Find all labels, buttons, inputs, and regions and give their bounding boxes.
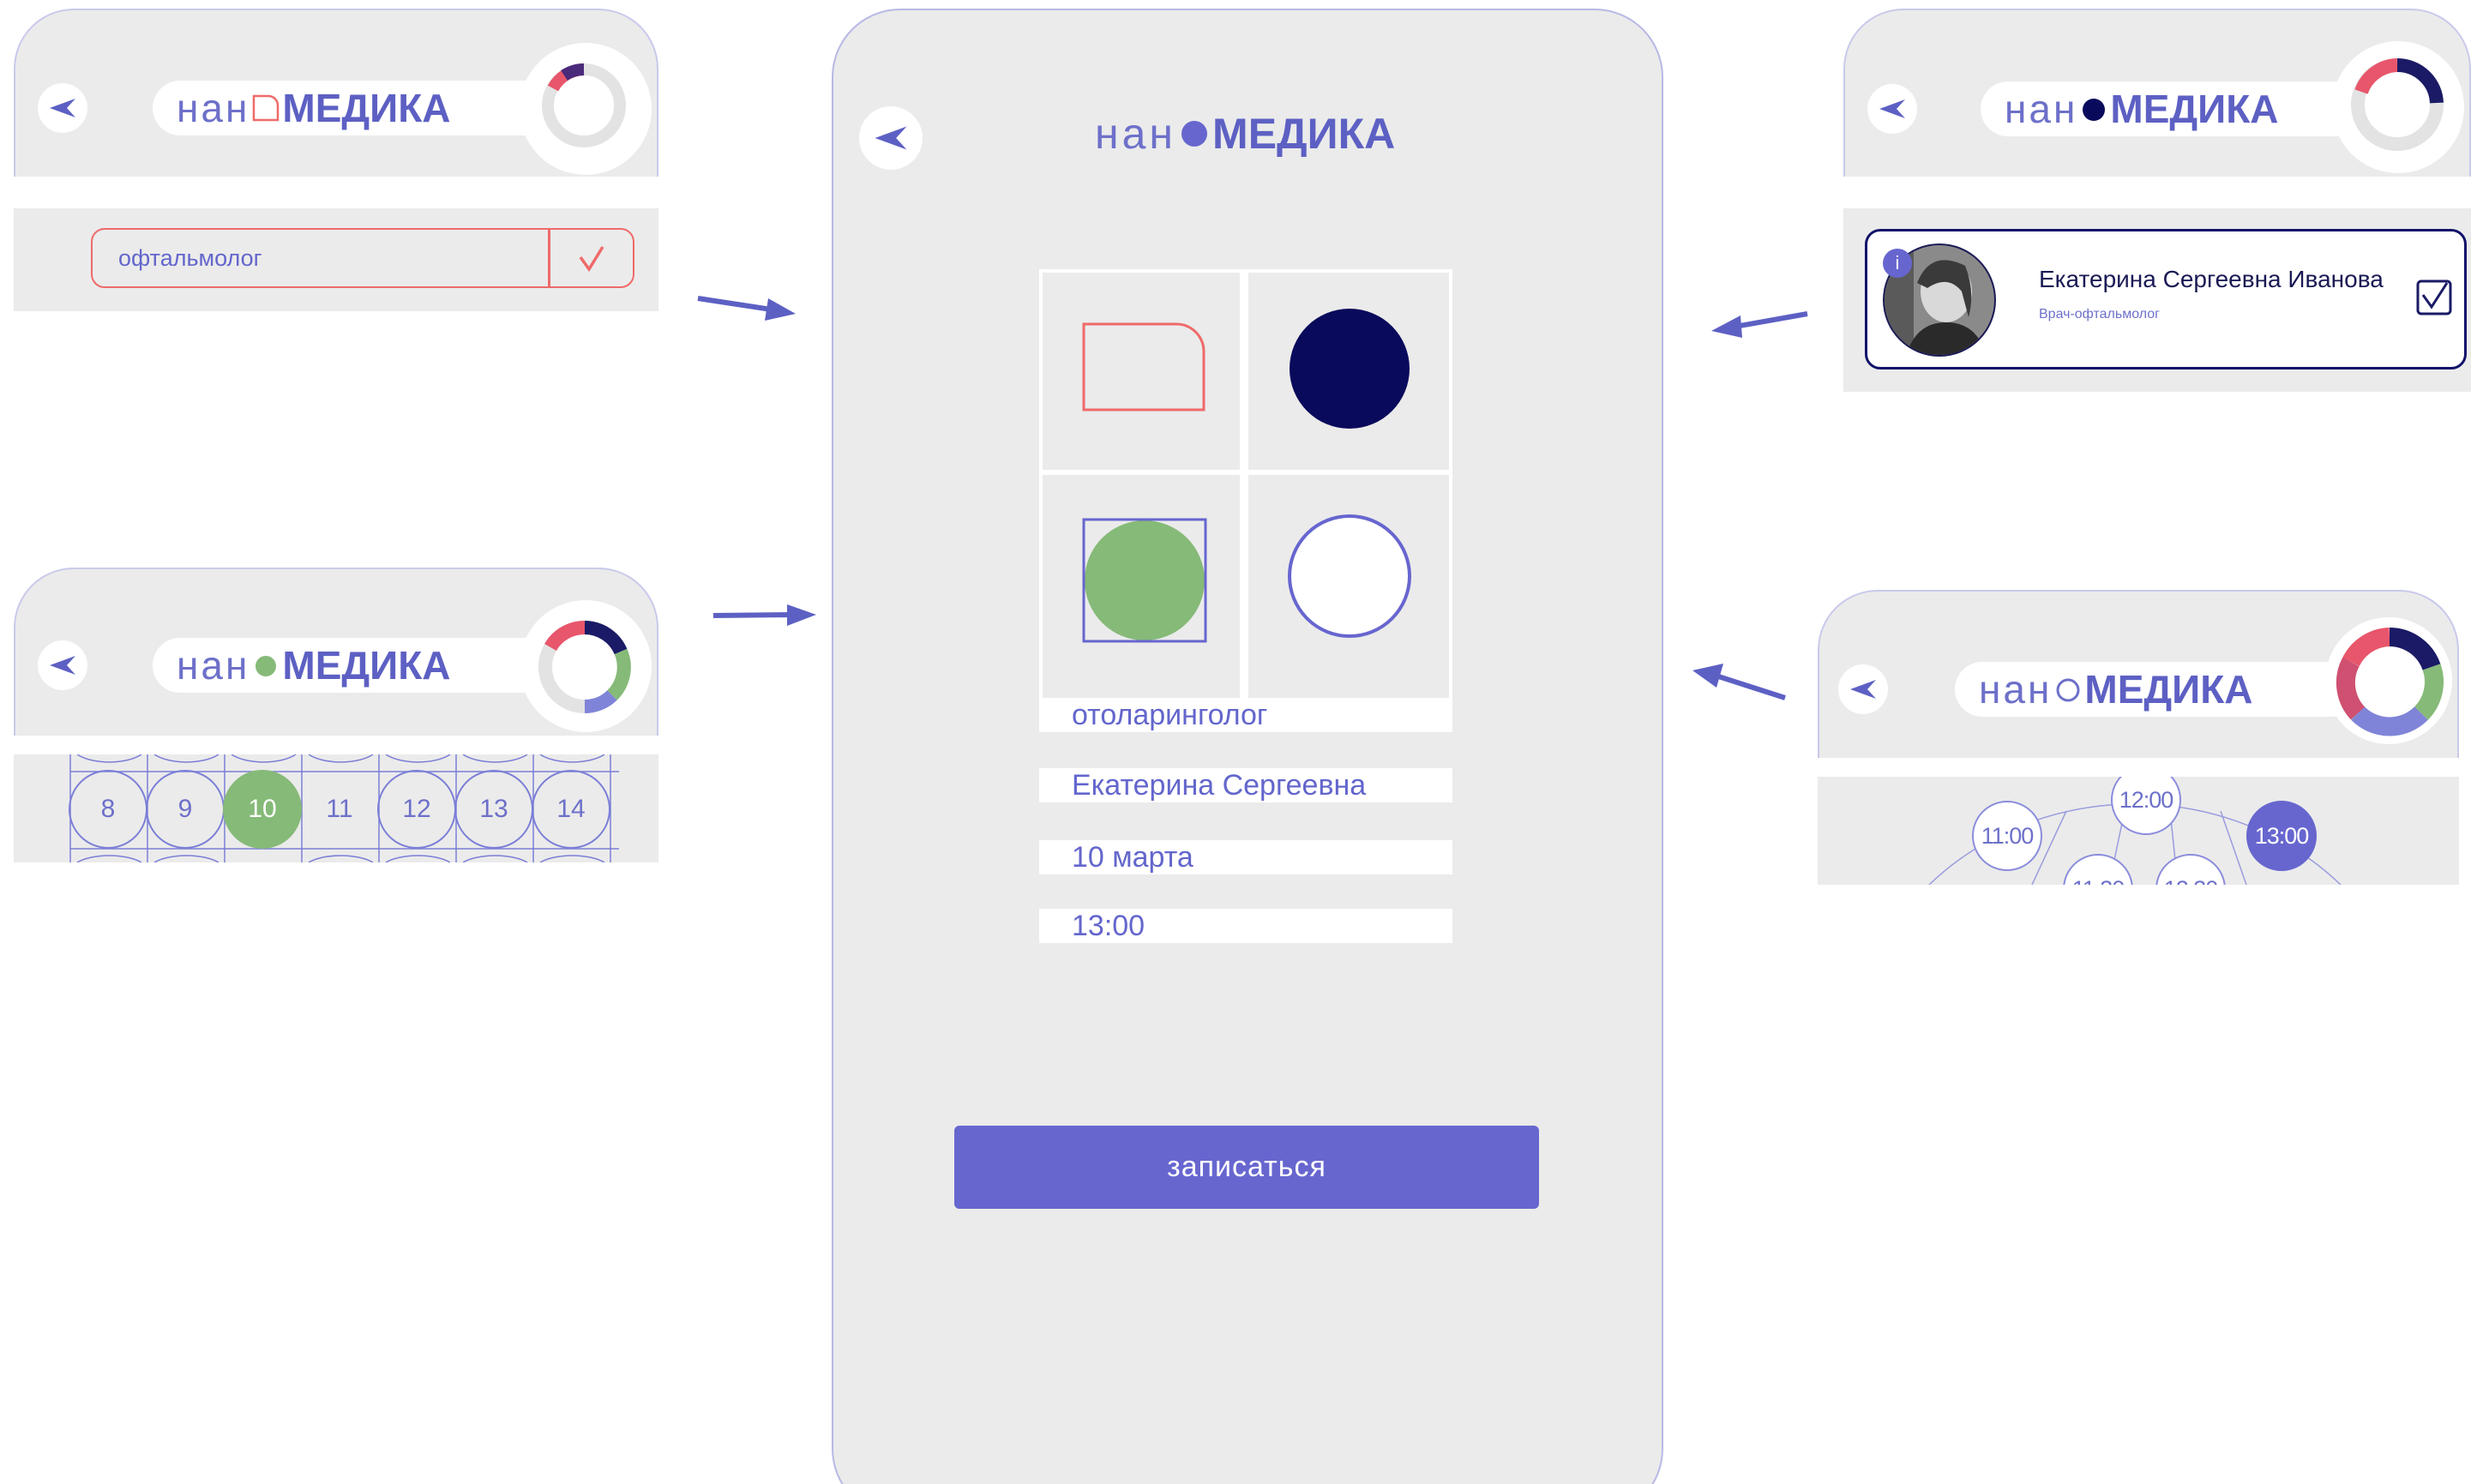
day-13[interactable]: 13 bbox=[454, 770, 533, 849]
logo-light-text: нан bbox=[1095, 110, 1177, 158]
specialty-step-cell bbox=[1043, 273, 1240, 470]
progress-ring-icon bbox=[538, 620, 631, 713]
time-step-header: нан МЕДИКА bbox=[1818, 590, 2459, 758]
back-arrow-icon bbox=[1879, 99, 1905, 118]
flow-arrow-icon bbox=[712, 604, 816, 626]
date-step-body: 8 9 10 11 12 13 14 bbox=[14, 754, 658, 862]
time-step-body: 11:00 12:00 13:00 11:30 12:30 bbox=[1818, 777, 2459, 885]
info-badge[interactable]: i bbox=[1883, 249, 1912, 278]
back-arrow-icon bbox=[50, 656, 75, 675]
check-icon bbox=[579, 246, 604, 273]
logo-light-text: нан bbox=[1979, 667, 2053, 712]
day-10-selected[interactable]: 10 bbox=[223, 770, 302, 849]
logo-dot-icon bbox=[256, 656, 277, 676]
doctor-role: Врач-офтальмолог bbox=[2039, 307, 2161, 321]
brand-logo: нан МЕДИКА bbox=[153, 638, 556, 693]
day-14[interactable]: 14 bbox=[532, 770, 610, 849]
back-button[interactable] bbox=[859, 106, 923, 170]
back-button[interactable] bbox=[38, 83, 87, 133]
doctor-name: Екатерина Сергеевна Иванова bbox=[2039, 266, 2384, 292]
progress-ring-icon bbox=[2336, 628, 2444, 736]
day-12[interactable]: 12 bbox=[377, 770, 456, 849]
back-button[interactable] bbox=[1867, 84, 1917, 134]
doctor-step-header: нан МЕДИКА bbox=[1843, 9, 2471, 177]
specialty-field[interactable]: офтальмолог bbox=[91, 228, 550, 288]
brand-logo: нан МЕДИКА bbox=[1095, 109, 1395, 159]
logo-dot-icon bbox=[2083, 99, 2106, 121]
summary-time: 13:00 bbox=[1039, 909, 1452, 943]
logo-bold-text: МЕДИКА bbox=[1212, 110, 1396, 158]
checkbox-checked-icon[interactable] bbox=[2416, 279, 2452, 315]
progress-ring-icon bbox=[2351, 57, 2444, 151]
flow-arrow-icon bbox=[1692, 664, 1786, 700]
booking-summary-screen: нан МЕДИКА отоларинголог Екатерина Сергее… bbox=[832, 9, 1663, 1484]
doctor-card[interactable]: i Екатерина Сергеевна Иванова Врач-офтал… bbox=[1865, 229, 2467, 369]
back-button[interactable] bbox=[38, 640, 87, 690]
brand-logo: нан МЕДИКА bbox=[153, 81, 556, 135]
day-8[interactable]: 8 bbox=[69, 770, 147, 849]
progress-grid bbox=[1039, 269, 1452, 701]
logo-ring-icon bbox=[2056, 678, 2080, 702]
logo-light-text: нан bbox=[177, 643, 250, 688]
summary-specialty: отоларинголог bbox=[1039, 698, 1452, 732]
logo-light-text: нан bbox=[2005, 87, 2078, 131]
doctor-step-cell bbox=[1248, 273, 1449, 470]
summary-doctor: Екатерина Сергеевна bbox=[1039, 768, 1452, 802]
logo-dot-icon bbox=[1181, 121, 1208, 147]
logo-light-text: нан bbox=[177, 86, 250, 130]
back-arrow-icon bbox=[875, 126, 907, 150]
date-step-header: нан МЕДИКА bbox=[14, 568, 658, 736]
progress-ring-icon bbox=[542, 63, 626, 147]
brand-logo: нан МЕДИКА bbox=[1955, 662, 2358, 717]
logo-bold-text: МЕДИКА bbox=[282, 643, 451, 688]
flow-arrow-icon bbox=[697, 296, 796, 321]
brand-logo: нан МЕДИКА bbox=[1981, 81, 2375, 136]
logo-bold-text: МЕДИКА bbox=[282, 86, 451, 130]
back-arrow-icon bbox=[1850, 680, 1876, 699]
doctor-dot-icon bbox=[1290, 309, 1410, 429]
flow-arrow-icon bbox=[1711, 311, 1808, 338]
back-button[interactable] bbox=[1838, 664, 1888, 714]
logo-bold-text: МЕДИКА bbox=[2084, 667, 2253, 712]
time-slot-1100[interactable]: 11:00 bbox=[1972, 801, 2042, 871]
day-11[interactable]: 11 bbox=[300, 770, 379, 849]
back-arrow-icon bbox=[50, 99, 75, 117]
date-square-dot-icon bbox=[1082, 518, 1207, 643]
logo-bold-text: МЕДИКА bbox=[2110, 87, 2279, 131]
logo-shape-icon bbox=[253, 94, 280, 122]
specialty-shape-icon bbox=[1082, 322, 1205, 412]
time-slot-1300-selected[interactable]: 13:00 bbox=[2246, 801, 2317, 871]
specialty-step-header: нан МЕДИКА bbox=[14, 9, 658, 177]
book-appointment-button[interactable]: записаться bbox=[954, 1126, 1539, 1209]
specialty-confirm-button[interactable] bbox=[549, 228, 634, 288]
time-ring-icon bbox=[1288, 514, 1411, 638]
time-step-cell bbox=[1248, 475, 1449, 701]
date-step-cell bbox=[1043, 475, 1240, 701]
info-icon: i bbox=[1895, 252, 1900, 273]
day-9[interactable]: 9 bbox=[146, 770, 225, 849]
summary-date: 10 марта bbox=[1039, 840, 1452, 874]
